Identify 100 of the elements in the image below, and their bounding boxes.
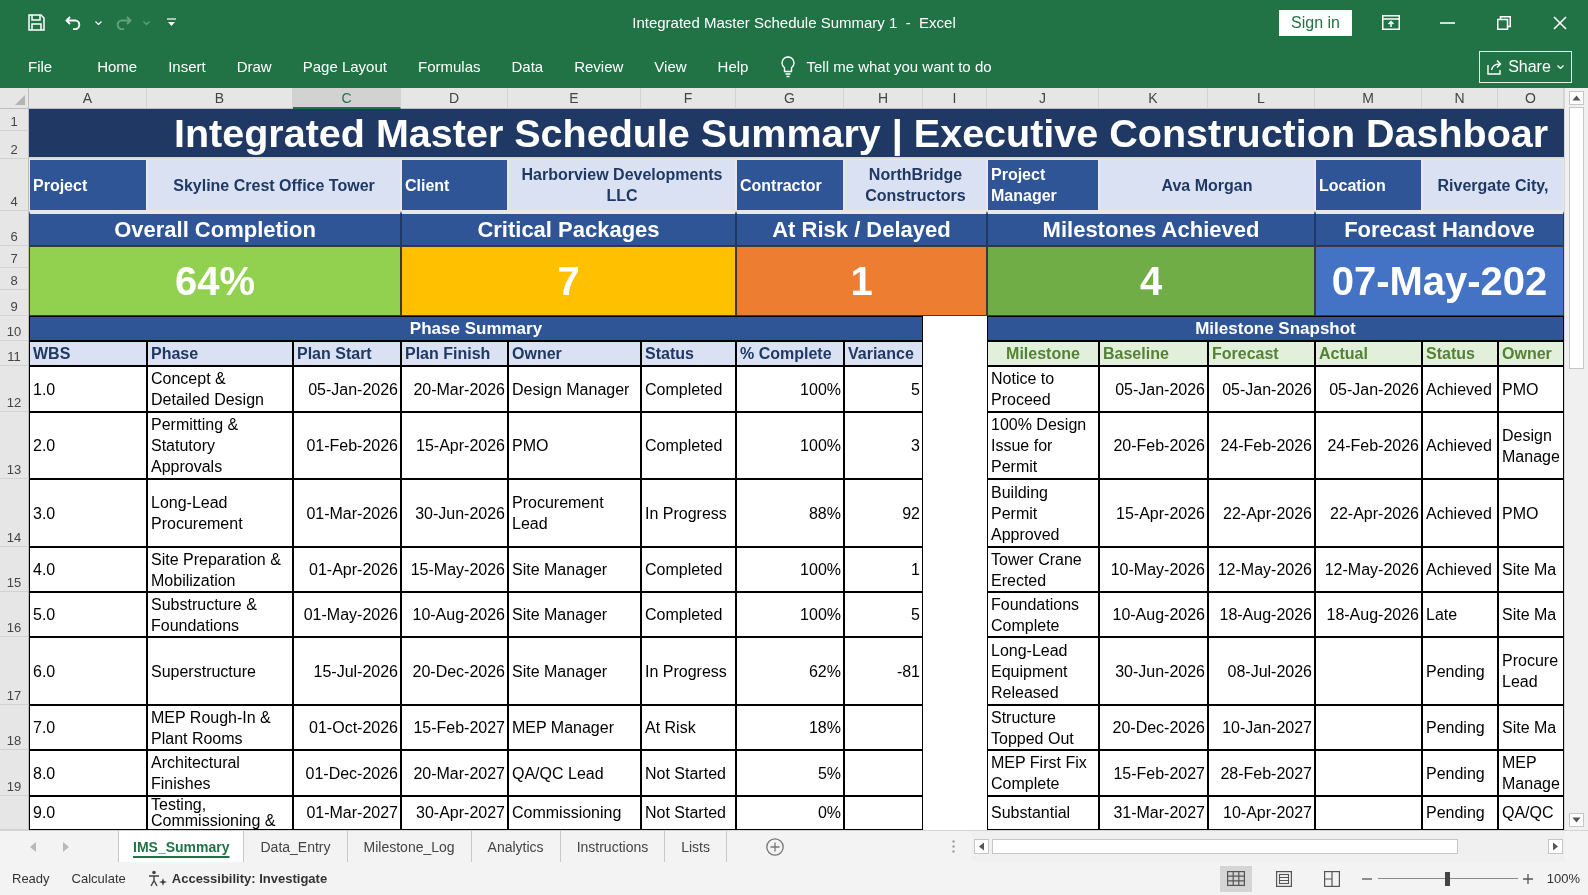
column-header[interactable]: A bbox=[29, 88, 147, 109]
table-cell: 100% bbox=[736, 592, 844, 637]
column-header[interactable]: I bbox=[923, 88, 987, 109]
column-heading: WBS bbox=[29, 341, 147, 366]
plus-circle-icon[interactable] bbox=[766, 837, 784, 856]
table-cell: 10-Jan-2027 bbox=[1208, 705, 1315, 750]
calculate-button[interactable]: Calculate bbox=[71, 871, 126, 886]
accessibility-icon[interactable] bbox=[147, 870, 167, 887]
tell-me-field[interactable]: Tell me what you want to do bbox=[806, 58, 1027, 75]
row-header[interactable]: 9 bbox=[0, 290, 29, 316]
accessibility-status[interactable]: Accessibility: Investigate bbox=[171, 871, 328, 886]
column-header[interactable]: B bbox=[147, 88, 293, 109]
row-header[interactable]: 15 bbox=[0, 547, 29, 592]
table-cell: 5% bbox=[736, 750, 844, 796]
scroll-left-icon[interactable] bbox=[974, 839, 989, 854]
row-header[interactable]: 11 bbox=[0, 341, 29, 366]
row-header[interactable]: 14 bbox=[0, 479, 29, 547]
zoom-level[interactable]: 100% bbox=[1546, 871, 1580, 886]
table-cell: Architectural Finishes bbox=[147, 750, 293, 796]
table-cell: 24-Feb-2026 bbox=[1315, 412, 1422, 479]
ribbon-tab[interactable]: Draw bbox=[236, 58, 272, 75]
close-icon[interactable] bbox=[1553, 15, 1567, 30]
share-button[interactable]: Share bbox=[1479, 50, 1572, 83]
table-cell: 3 bbox=[844, 412, 923, 479]
sign-in-button[interactable]: Sign in bbox=[1279, 9, 1352, 36]
row-header[interactable]: 17 bbox=[0, 637, 29, 705]
table-cell: 01-Dec-2026 bbox=[293, 750, 401, 796]
column-header[interactable]: M bbox=[1315, 88, 1422, 109]
column-header[interactable]: O bbox=[1498, 88, 1564, 109]
row-header[interactable]: 2 bbox=[0, 131, 29, 159]
table-cell: MEP First Fix Complete bbox=[987, 750, 1099, 796]
ribbon-tab[interactable]: Data bbox=[511, 58, 544, 75]
column-heading: Forecast bbox=[1208, 341, 1315, 366]
column-heading: Plan Finish bbox=[401, 341, 508, 366]
row-header[interactable]: 18 bbox=[0, 705, 29, 750]
view-button[interactable] bbox=[1219, 865, 1252, 892]
row-header[interactable]: 19 bbox=[0, 750, 29, 796]
table-cell: 22-Apr-2026 bbox=[1315, 479, 1422, 547]
ribbon-tab[interactable]: Help bbox=[717, 58, 749, 75]
window-title: Integrated Master Schedule Summary 1 - Excel bbox=[632, 14, 956, 31]
minus-icon[interactable] bbox=[1361, 877, 1372, 880]
field-value: Skyline Crest Office Tower bbox=[147, 159, 401, 211]
scrollbar-thumb[interactable] bbox=[1569, 107, 1584, 369]
column-header[interactable]: K bbox=[1099, 88, 1208, 109]
row-header[interactable]: 8 bbox=[0, 268, 29, 290]
toolbar-menu-icon[interactable] bbox=[167, 18, 176, 27]
ribbon-tab[interactable]: Home bbox=[97, 58, 138, 75]
ribbon-tab[interactable]: Formulas bbox=[417, 58, 481, 75]
minimize-icon[interactable] bbox=[1440, 21, 1455, 24]
scrollbar-thumb[interactable] bbox=[992, 839, 1458, 854]
lightbulb-icon[interactable] bbox=[781, 55, 796, 78]
column-heading: Phase bbox=[147, 341, 293, 366]
ribbon-tab[interactable]: Insert bbox=[168, 58, 206, 75]
ribbon-tab[interactable]: Page Layout bbox=[302, 58, 387, 75]
column-header[interactable]: D bbox=[401, 88, 508, 109]
scroll-up-icon[interactable] bbox=[1569, 91, 1584, 105]
table-cell: Late bbox=[1422, 592, 1498, 637]
row-header[interactable]: 4 bbox=[0, 159, 29, 211]
column-header[interactable]: J bbox=[987, 88, 1099, 109]
table-cell: In Progress bbox=[641, 637, 736, 705]
plus-icon[interactable] bbox=[1522, 873, 1533, 884]
column-header[interactable]: G bbox=[736, 88, 844, 109]
column-header[interactable]: F bbox=[641, 88, 736, 109]
table-cell: 30-Jun-2026 bbox=[401, 479, 508, 547]
kpi-title: Forecast Handove bbox=[1315, 211, 1564, 246]
column-heading: Owner bbox=[1498, 341, 1564, 366]
undo-icon[interactable] bbox=[65, 15, 82, 30]
column-header[interactable]: E bbox=[508, 88, 641, 109]
table-cell: 20-Mar-2027 bbox=[401, 750, 508, 796]
scroll-right-icon[interactable] bbox=[1548, 839, 1563, 854]
column-header[interactable]: C bbox=[293, 88, 401, 109]
kpi-value: 64% bbox=[29, 246, 401, 316]
row-header[interactable]: 13 bbox=[0, 412, 29, 479]
row-header[interactable]: 6 bbox=[0, 211, 29, 246]
table-cell: 01-Oct-2026 bbox=[293, 705, 401, 750]
row-header[interactable]: 12 bbox=[0, 366, 29, 412]
save-icon[interactable] bbox=[28, 14, 45, 31]
ribbon-tab[interactable]: File bbox=[28, 58, 53, 75]
table-cell: 15-Feb-2027 bbox=[401, 705, 508, 750]
row-header[interactable]: 1 bbox=[0, 109, 29, 131]
ribbon-tab[interactable]: View bbox=[654, 58, 687, 75]
row-header[interactable]: 10 bbox=[0, 316, 29, 341]
column-header[interactable]: H bbox=[844, 88, 923, 109]
column-header[interactable]: L bbox=[1208, 88, 1315, 109]
vertical-scrollbar[interactable] bbox=[1564, 88, 1588, 830]
sheet-tab[interactable]: IMS_Summary bbox=[118, 831, 245, 862]
table-cell: 22-Apr-2026 bbox=[1208, 479, 1315, 547]
restore-icon[interactable] bbox=[1497, 15, 1511, 30]
slider-thumb[interactable] bbox=[1445, 871, 1451, 886]
ribbon-options-icon[interactable] bbox=[1382, 15, 1400, 30]
sheet-title: Integrated Master Schedule Summary | Executive Construction Dashboar bbox=[29, 109, 1564, 159]
scroll-down-icon[interactable] bbox=[1569, 813, 1584, 827]
table-cell: 4.0 bbox=[29, 547, 147, 592]
row-header[interactable]: 7 bbox=[0, 246, 29, 268]
vertical-dots-icon[interactable] bbox=[952, 840, 955, 853]
caret-icon[interactable] bbox=[95, 20, 102, 25]
caret-icon bbox=[1556, 64, 1564, 69]
ribbon-tab[interactable]: Review bbox=[574, 58, 624, 75]
column-header[interactable]: N bbox=[1422, 88, 1498, 109]
row-header[interactable]: 16 bbox=[0, 592, 29, 637]
